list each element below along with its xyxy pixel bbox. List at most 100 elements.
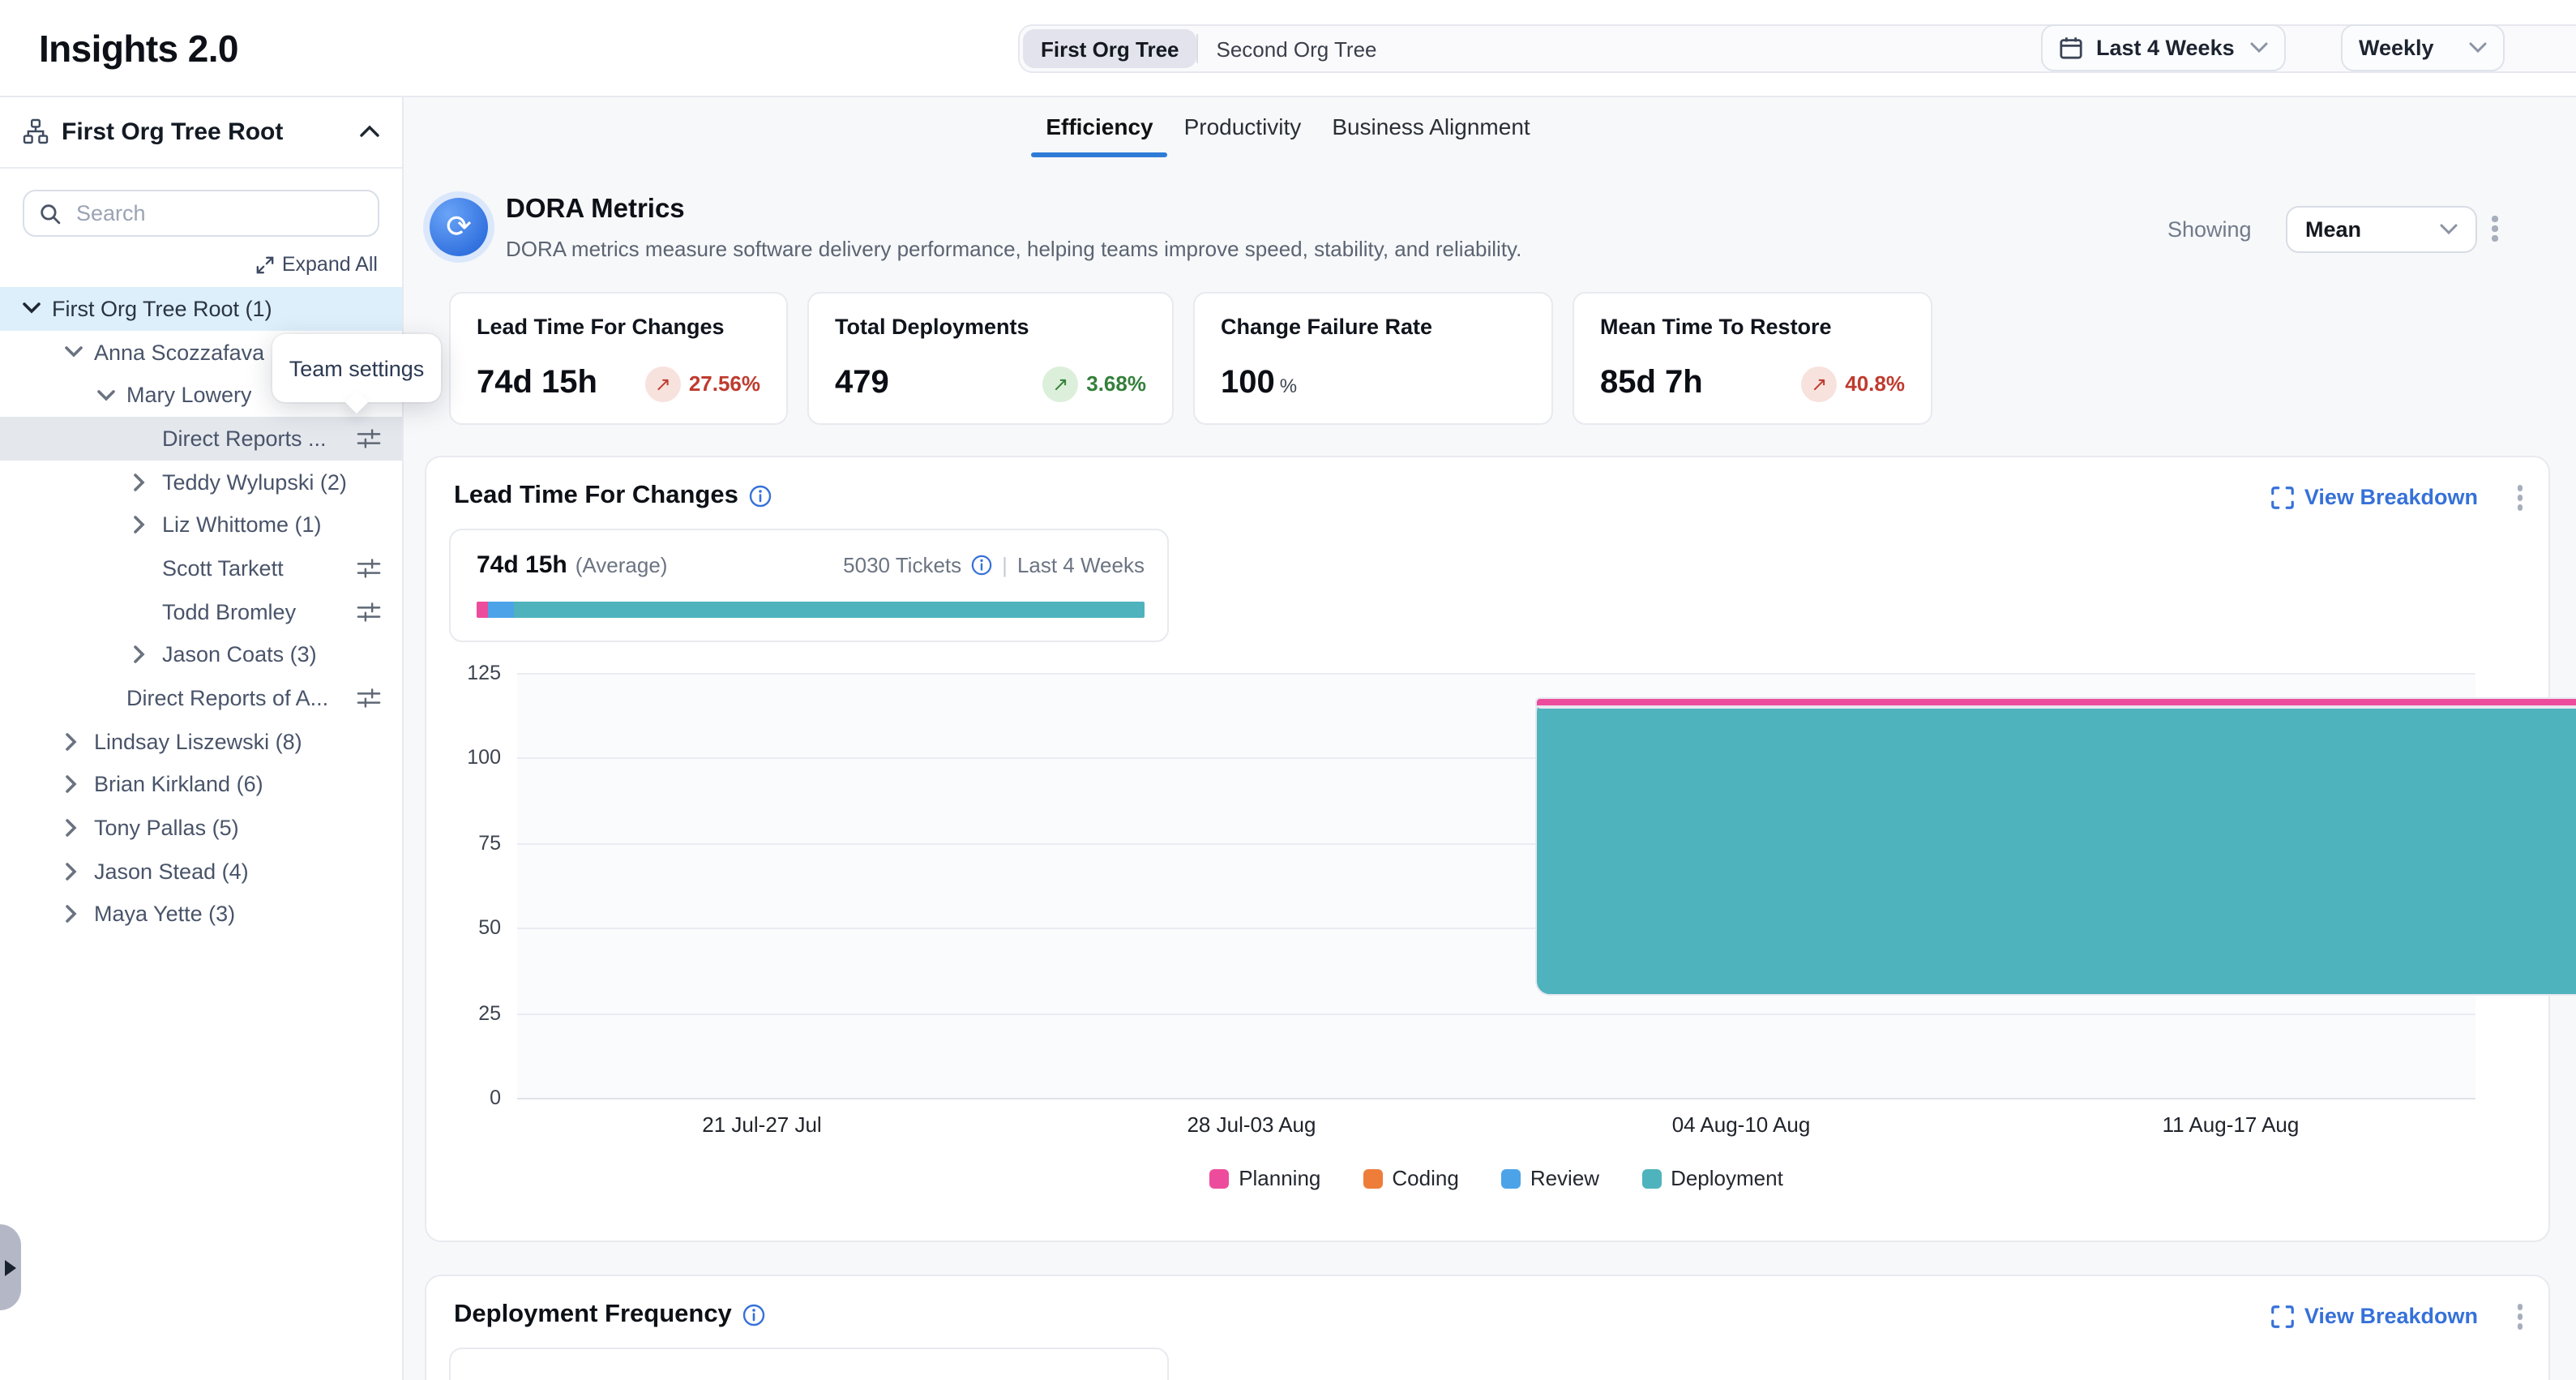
summary-bar-segment-review	[489, 602, 514, 618]
metric-card-change-failure-rate[interactable]: Change Failure Rate 100%	[1193, 292, 1553, 425]
metric-unit: %	[1280, 375, 1297, 397]
delta-badge: ↗ 40.8%	[1801, 366, 1905, 401]
tree-item-todd-bromley[interactable]: Todd Bromley	[0, 590, 402, 633]
dora-section-subtitle: DORA metrics measure software delivery p…	[506, 237, 1521, 261]
tree-item-brian-kirkland[interactable]: Brian Kirkland (6)	[0, 763, 402, 806]
top-header: Insights 2.0 First Org Tree Second Org T…	[0, 0, 2576, 97]
metric-card-mean-time-to-restore[interactable]: Mean Time To Restore 85d 7h ↗ 40.8%	[1573, 292, 1932, 425]
tab-efficiency[interactable]: Efficiency	[1046, 114, 1153, 157]
metric-value: 85d 7h	[1600, 365, 1703, 402]
search-icon	[39, 202, 62, 225]
metric-value: 100%	[1221, 365, 1297, 402]
showing-value: Mean	[2305, 217, 2361, 242]
toggle-second-org-tree[interactable]: Second Org Tree	[1199, 29, 1395, 68]
legend-item-planning[interactable]: Planning	[1209, 1166, 1320, 1190]
search-input[interactable]	[73, 199, 363, 227]
breakdown-expand-icon	[2272, 486, 2295, 509]
tree-item-scott-tarkett[interactable]: Scott Tarkett	[0, 546, 402, 589]
tree-item-maya-yette[interactable]: Maya Yette (3)	[0, 893, 402, 936]
metric-card-lead-time[interactable]: Lead Time For Changes 74d 15h ↗ 27.56%	[449, 292, 788, 425]
showing-label: Showing	[2167, 217, 2252, 242]
lead-time-summary: 74d 15h (Average) 5030 Tickets | Last 4 …	[449, 529, 1169, 642]
chevron-down-icon	[2250, 42, 2268, 54]
breakdown-expand-icon	[2272, 1305, 2295, 1328]
chevron-right-icon[interactable]	[65, 776, 94, 794]
date-range-dropdown[interactable]: Last 4 Weeks	[2041, 24, 2286, 71]
chevron-down-icon[interactable]	[65, 345, 94, 358]
chevron-down-icon[interactable]	[23, 302, 52, 315]
tree-item-direct-reports-of-a[interactable]: Direct Reports of A...	[0, 676, 402, 719]
tree-item-jason-stead[interactable]: Jason Stead (4)	[0, 850, 402, 893]
showing-dropdown[interactable]: Mean	[2286, 206, 2477, 253]
bar-cell	[1007, 673, 1496, 1098]
metric-card-total-deployments[interactable]: Total Deployments 479 ↗ 3.68%	[807, 292, 1174, 425]
expand-all-button[interactable]: Expand All	[256, 253, 378, 276]
y-tick-label: 100	[426, 747, 501, 769]
sidebar-search	[23, 190, 379, 237]
tree-item-direct-reports[interactable]: Direct Reports ...	[0, 417, 402, 460]
granularity-value: Weekly	[2359, 36, 2434, 60]
bar-cell	[517, 673, 1007, 1098]
team-settings-icon[interactable]	[357, 556, 381, 581]
tree-item-tony-pallas[interactable]: Tony Pallas (5)	[0, 807, 402, 850]
chevron-right-icon[interactable]	[65, 732, 94, 750]
tree-item-lindsay-liszewski[interactable]: Lindsay Liszewski (8)	[0, 720, 402, 763]
info-icon[interactable]	[971, 555, 992, 576]
view-breakdown-link[interactable]: View Breakdown	[2272, 486, 2478, 510]
tab-productivity[interactable]: Productivity	[1184, 114, 1302, 157]
legend-item-deployment[interactable]: Deployment	[1641, 1166, 1783, 1190]
insights-app: Insights 2.0 First Org Tree Second Org T…	[0, 0, 2576, 1380]
tree-item-first-org-tree-root[interactable]: First Org Tree Root (1)	[0, 287, 402, 330]
bar-segment-planning	[1535, 697, 2576, 707]
legend-label: Coding	[1392, 1166, 1458, 1190]
granularity-dropdown[interactable]: Weekly	[2341, 24, 2505, 71]
info-icon[interactable]	[750, 485, 772, 508]
chevron-right-icon[interactable]	[133, 646, 162, 664]
chevron-right-icon[interactable]	[65, 906, 94, 924]
gridline	[517, 1098, 2475, 1099]
legend-label: Review	[1530, 1166, 1599, 1190]
tab-business-alignment[interactable]: Business Alignment	[1332, 114, 1530, 157]
info-icon[interactable]	[743, 1304, 766, 1326]
chevron-down-icon	[2440, 224, 2458, 235]
sidebar-expand-handle[interactable]	[0, 1224, 21, 1310]
tickets-count: 5030 Tickets	[843, 553, 961, 577]
chevron-right-icon[interactable]	[133, 473, 162, 491]
dora-metric-cards: Lead Time For Changes 74d 15h ↗ 27.56% T…	[449, 292, 1932, 425]
summary-bar-segment-planning	[477, 602, 489, 618]
chart-kebab-menu[interactable]	[2517, 485, 2523, 510]
team-settings-icon[interactable]	[357, 426, 381, 451]
toggle-first-org-tree[interactable]: First Org Tree	[1023, 29, 1197, 68]
team-settings-tooltip: Team settings	[272, 334, 441, 402]
chevron-right-icon[interactable]	[65, 863, 94, 881]
team-settings-icon[interactable]	[357, 686, 381, 710]
view-breakdown-link[interactable]: View Breakdown	[2272, 1305, 2478, 1329]
y-tick-label: 0	[426, 1086, 501, 1109]
page-title: Insights 2.0	[39, 28, 238, 71]
chevron-right-icon[interactable]	[133, 516, 162, 534]
legend-item-coding[interactable]: Coding	[1363, 1166, 1458, 1190]
team-settings-icon[interactable]	[357, 599, 381, 624]
y-axis: 0255075100125	[426, 673, 501, 1098]
legend-item-review[interactable]: Review	[1501, 1166, 1599, 1190]
summary-qualifier: (Average)	[576, 553, 668, 577]
org-tree-sidebar: First Org Tree Root Expand All	[0, 96, 404, 1380]
tree-item-jason-coats[interactable]: Jason Coats (3)	[0, 633, 402, 676]
chart-kebab-menu[interactable]	[2517, 1304, 2523, 1329]
lead-time-for-changes-card: Lead Time For Changes View Breakdown 74d…	[425, 456, 2550, 1242]
x-tick-label: 28 Jul-03 Aug	[1007, 1112, 1496, 1137]
y-tick-label: 25	[426, 1001, 501, 1024]
y-tick-label: 75	[426, 832, 501, 855]
dora-kebab-menu[interactable]	[2492, 216, 2497, 241]
y-tick-label: 125	[426, 662, 501, 684]
expand-diagonal-icon	[256, 255, 274, 273]
chevron-right-icon[interactable]	[65, 819, 94, 837]
chevron-down-icon	[2469, 42, 2487, 54]
chart-title: Deployment Frequency	[454, 1301, 732, 1330]
tree-item-liz-whittome[interactable]: Liz Whittome (1)	[0, 504, 402, 546]
chevron-down-icon[interactable]	[97, 388, 126, 401]
trend-up-icon: ↗	[645, 366, 681, 401]
delta-badge: ↗ 27.56%	[645, 366, 760, 401]
tree-item-teddy-wylupski[interactable]: Teddy Wylupski (2)	[0, 461, 402, 504]
y-tick-label: 50	[426, 916, 501, 939]
